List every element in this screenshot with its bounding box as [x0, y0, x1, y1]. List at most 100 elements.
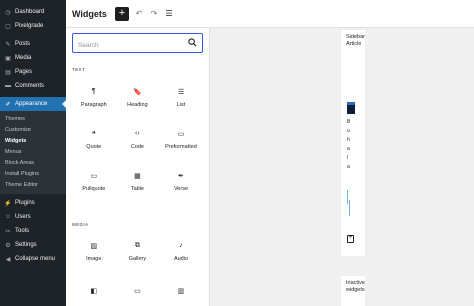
block-item-gallery[interactable]: ⧉ Gallery: [116, 230, 160, 272]
menu-item-label: Settings: [15, 242, 37, 248]
posts-icon: ✎: [5, 41, 11, 48]
block-label: Paragraph: [80, 101, 107, 108]
search-input[interactable]: [73, 36, 183, 55]
block-label: Audio: [173, 255, 189, 262]
block-grid-media: ▨ Image ⧉ Gallery ♪ Audio ◧ ▭ ▥: [72, 230, 203, 306]
block-label: Verse: [173, 185, 189, 192]
pullquote-icon: ▭: [90, 172, 98, 180]
menu-item-label: Media: [15, 55, 32, 61]
block-item-audio[interactable]: ♪ Audio: [159, 230, 203, 272]
block-item-cover[interactable]: ◧: [72, 272, 116, 306]
media-text-icon: ▥: [177, 287, 185, 295]
redo-icon[interactable]: ↷: [149, 9, 159, 18]
widget-text-letter: u: [347, 128, 350, 134]
submenu-item-menus[interactable]: Menus: [0, 147, 66, 158]
submenu-item-block-areas[interactable]: Block Areas: [0, 158, 66, 169]
editor-header: Widgets + ↶ ↷ ☰: [66, 0, 474, 28]
category-title-media: MEDIA: [72, 222, 89, 227]
block-label: Quote: [86, 143, 102, 150]
pages-icon: ▤: [5, 69, 11, 76]
widget-text-letter: l: [347, 155, 349, 161]
submenu-item-install-plugins[interactable]: Install Plugins: [0, 169, 66, 180]
widget-area-title: Inactive: [346, 280, 365, 286]
widget-thumbnail: [347, 102, 355, 114]
dashboard-icon: ◷: [5, 9, 11, 16]
widget-text-letter: B: [347, 119, 351, 125]
menu-item-settings[interactable]: ⚙ Settings: [0, 238, 66, 252]
block-label: Code: [130, 143, 144, 150]
heading-icon: 🔖: [133, 88, 142, 96]
menu-item-media[interactable]: ▣ Media: [0, 51, 66, 65]
appearance-icon: ✐: [5, 101, 11, 108]
block-label: List: [176, 101, 186, 108]
admin-sidebar: ◷ Dashboard ▢ Pixelgrade ✎ Posts ▣ Media ▤ Pages…: [0, 0, 66, 306]
block-item-quote[interactable]: ❝ Quote: [72, 118, 116, 160]
menu-item-label: Users: [15, 214, 31, 220]
block-item-heading[interactable]: 🔖 Heading: [116, 76, 160, 118]
menu-item-label: Tools: [15, 228, 30, 234]
code-icon: ‹›: [135, 130, 140, 137]
block-label: Image: [86, 255, 102, 262]
block-label: Heading: [127, 101, 148, 108]
menu-item-label: Pixelgrade: [15, 23, 44, 29]
block-item-table[interactable]: ▦ Table: [116, 160, 160, 202]
block-item-code[interactable]: ‹› Code: [116, 118, 160, 160]
block-item-preformatted[interactable]: ▭ Preformatted: [159, 118, 203, 160]
menu-item-label: Posts: [15, 41, 31, 47]
widget-area-inactive[interactable]: Inactive widgets: [341, 276, 365, 306]
table-icon: ▦: [134, 172, 141, 180]
submenu-item-widgets[interactable]: Widgets: [0, 136, 66, 147]
menu-item-label: Comments: [15, 83, 45, 89]
menu-item-collapse-menu[interactable]: ◀ Collapse menu: [0, 252, 66, 266]
menu-item-comments[interactable]: ▬ Comments: [0, 79, 66, 93]
block-label: Table: [130, 185, 144, 192]
list-view-icon[interactable]: ☰: [164, 9, 174, 18]
add-block-button[interactable]: +: [114, 6, 129, 21]
menu-item-label: Collapse menu: [15, 256, 56, 262]
block-item-paragraph[interactable]: ¶ Paragraph: [72, 76, 116, 118]
list-icon: ☰: [177, 88, 185, 96]
collapse-icon: ◀: [5, 256, 11, 263]
widget-area-sidebar-article[interactable]: Sidebar Article Buhala +: [341, 30, 365, 256]
paragraph-icon: ¶: [91, 88, 96, 95]
search-box: [72, 33, 203, 55]
block-item-image[interactable]: ▨ Image: [72, 230, 116, 272]
menu-item-label: Pages: [15, 69, 33, 75]
menu-item-users[interactable]: ☺ Users: [0, 210, 66, 224]
settings-icon: ⚙: [5, 242, 11, 249]
block-label: Gallery: [128, 255, 147, 262]
menu-item-dashboard[interactable]: ◷ Dashboard: [0, 5, 66, 19]
block-item-file[interactable]: ▭: [116, 272, 160, 306]
gallery-icon: ⧉: [134, 241, 140, 249]
appearance-submenu: Themes Customize Widgets Menus Block Areas In…: [0, 111, 66, 194]
cover-icon: ◧: [90, 287, 98, 295]
preformatted-icon: ▭: [177, 130, 185, 138]
block-item-pullquote[interactable]: ▭ Pullquote: [72, 160, 116, 202]
block-item-list[interactable]: ☰ List: [159, 76, 203, 118]
menu-item-tools[interactable]: ✂ Tools: [0, 224, 66, 238]
menu-item-pixelgrade[interactable]: ▢ Pixelgrade: [0, 19, 66, 33]
block-inserter-panel: TEXT ¶ Paragraph 🔖 Heading ☰ List ❝ Quote ‹› Code…: [66, 28, 210, 306]
tools-icon: ✂: [5, 228, 11, 235]
block-item-media-text[interactable]: ▥: [159, 272, 203, 306]
menu-item-posts[interactable]: ✎ Posts: [0, 37, 66, 51]
widget-area-title: Sidebar: [346, 34, 365, 40]
search-icon[interactable]: [188, 38, 197, 47]
menu-item-label: Appearance: [15, 101, 48, 107]
file-icon: ▭: [134, 287, 141, 295]
image-icon: ▨: [90, 242, 98, 250]
submenu-item-customize[interactable]: Customize: [0, 125, 66, 136]
submenu-item-themes[interactable]: Themes: [0, 114, 66, 125]
users-icon: ☺: [4, 214, 12, 220]
undo-icon[interactable]: ↶: [134, 9, 144, 18]
widget-text-letter: a: [347, 164, 350, 170]
widgets-canvas: Sidebar Article Buhala + Inactive widget…: [210, 28, 474, 306]
add-widget-button[interactable]: +: [347, 235, 354, 243]
block-item-verse[interactable]: ✒ Verse: [159, 160, 203, 202]
submenu-item-theme-editor[interactable]: Theme Editor: [0, 180, 66, 191]
category-title-text: TEXT: [72, 67, 86, 72]
menu-item-pages[interactable]: ▤ Pages: [0, 65, 66, 79]
menu-item-plugins[interactable]: ⚡ Plugins: [0, 196, 66, 210]
plugins-icon: ⚡: [4, 200, 12, 207]
menu-item-appearance[interactable]: ✐ Appearance: [0, 97, 66, 111]
